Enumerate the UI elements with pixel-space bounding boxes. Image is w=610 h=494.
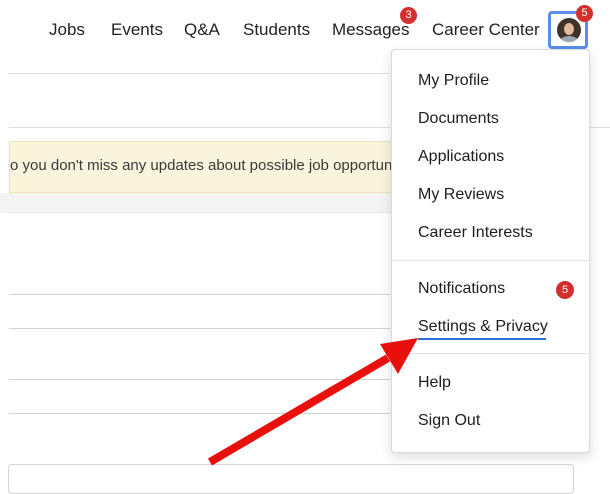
annotation-arrow-icon (207, 338, 418, 466)
